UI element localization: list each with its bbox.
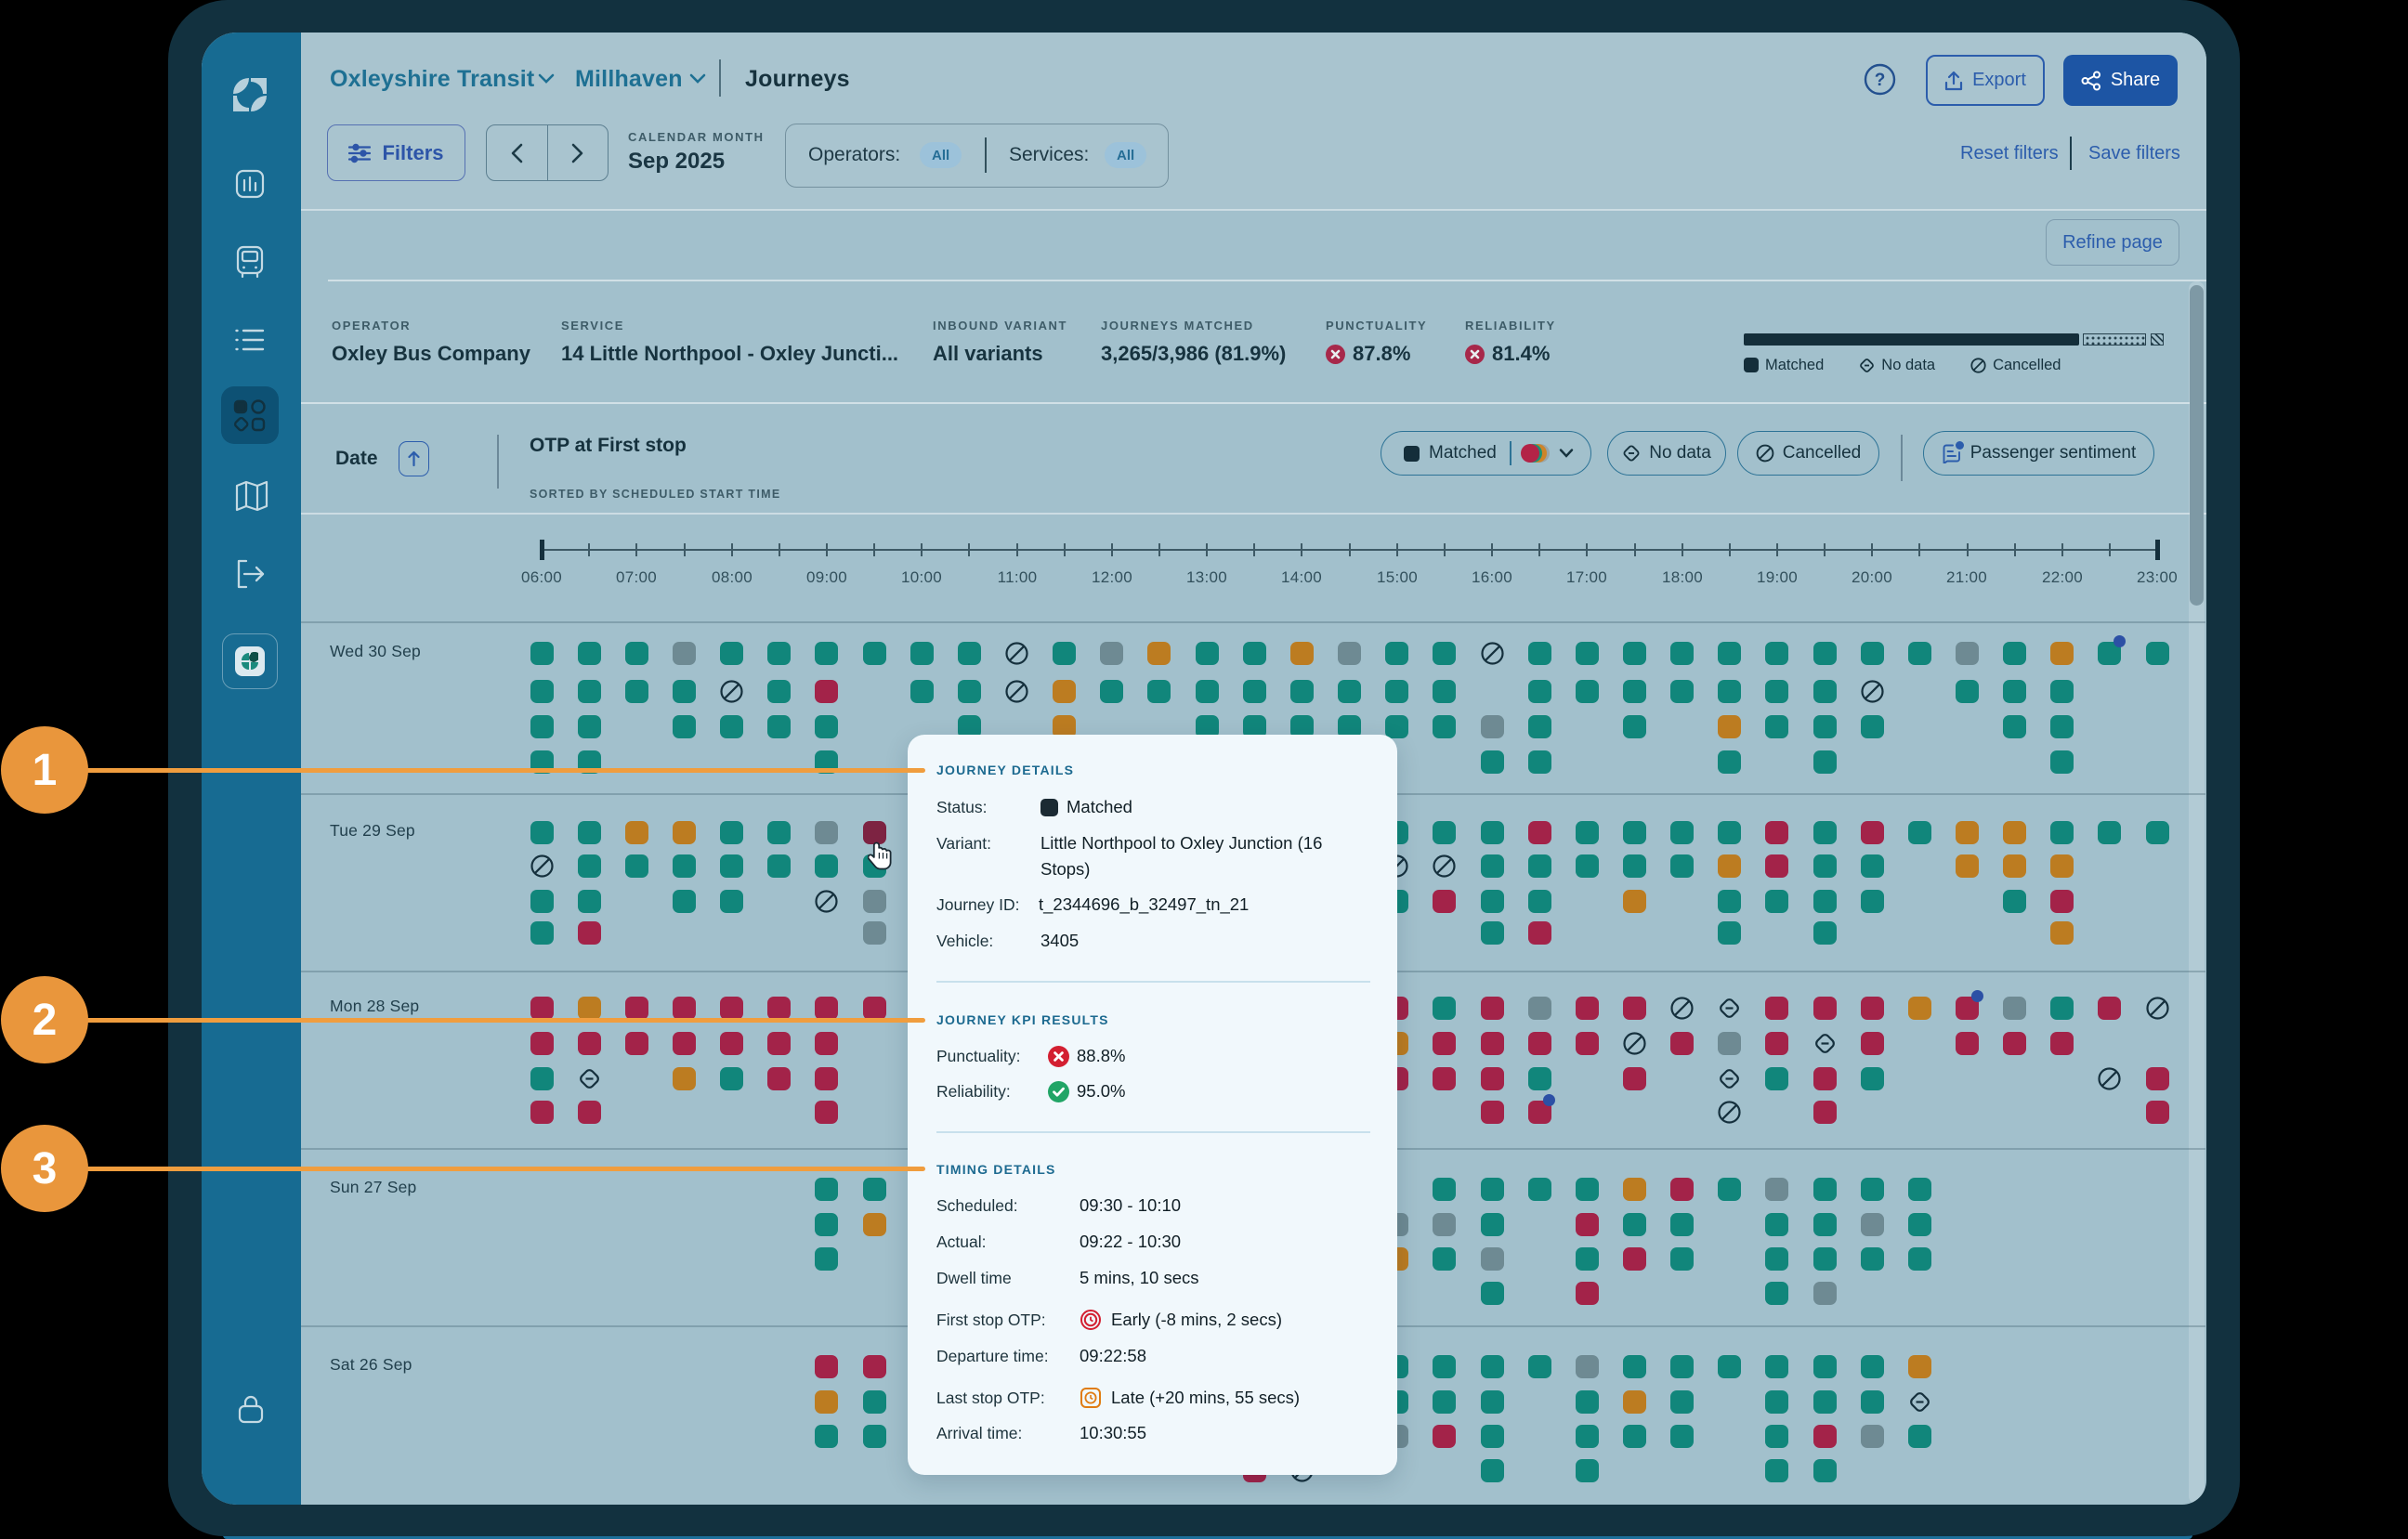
svg-text:?: ?: [1875, 71, 1886, 90]
